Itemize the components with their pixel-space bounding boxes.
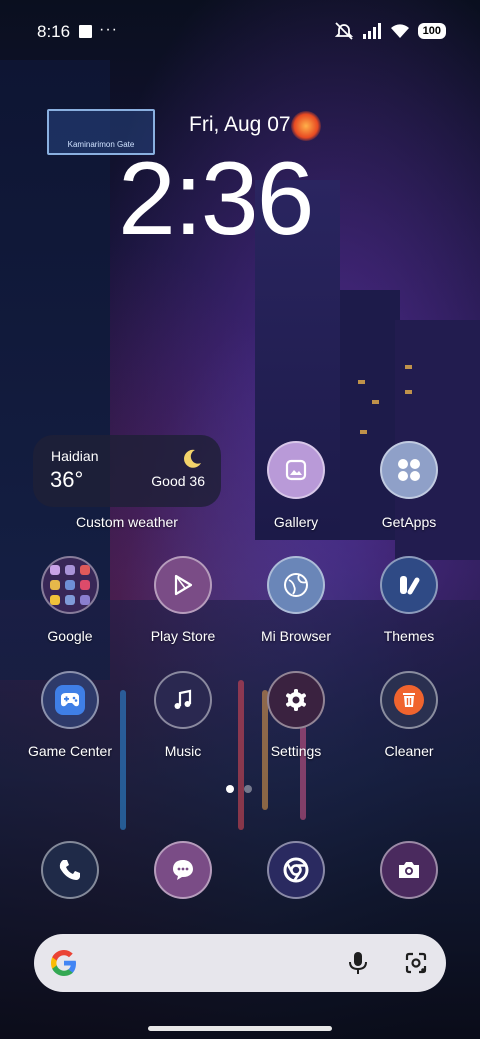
window-light bbox=[405, 365, 412, 369]
folder-app-icon bbox=[50, 565, 60, 575]
music-label: Music bbox=[164, 743, 202, 759]
play-store-app[interactable] bbox=[154, 556, 212, 614]
gallery-icon bbox=[285, 459, 307, 481]
mute-icon bbox=[334, 22, 353, 40]
window-light bbox=[358, 380, 365, 384]
mi-browser-app[interactable] bbox=[267, 556, 325, 614]
building-right-1 bbox=[340, 290, 400, 540]
camera-app[interactable] bbox=[380, 841, 438, 899]
notification-icon bbox=[79, 25, 92, 38]
weather-temperature: 36° bbox=[50, 467, 84, 492]
weather-city: Haidian bbox=[51, 448, 99, 464]
window-light bbox=[360, 430, 367, 434]
lock-clock[interactable]: 2:36 bbox=[118, 147, 314, 251]
camera-icon bbox=[399, 862, 419, 878]
status-time: 8:16 bbox=[37, 22, 71, 41]
folder-app-icon bbox=[65, 595, 75, 605]
page-indicator[interactable] bbox=[226, 785, 252, 793]
themes-app[interactable] bbox=[380, 556, 438, 614]
themes-label: Themes bbox=[383, 628, 435, 644]
gear-icon bbox=[286, 689, 306, 711]
folder-app-icon bbox=[80, 595, 90, 605]
folder-app-icon bbox=[80, 565, 90, 575]
lens-icon[interactable] bbox=[404, 951, 428, 975]
folder-app-icon bbox=[80, 580, 90, 590]
gallery-label: Gallery bbox=[273, 514, 319, 530]
folder-app-icon bbox=[50, 595, 60, 605]
lock-date: Fri, Aug 07 bbox=[189, 113, 291, 136]
settings-app[interactable] bbox=[267, 671, 325, 729]
google-g-icon bbox=[51, 950, 76, 976]
status-icons: 100 bbox=[334, 22, 446, 40]
window-light bbox=[405, 390, 412, 394]
phone-app[interactable] bbox=[41, 841, 99, 899]
chrome-app[interactable] bbox=[267, 841, 325, 899]
window-light bbox=[372, 400, 379, 404]
status-bar: 8:16 ··· 100 bbox=[0, 0, 480, 64]
folder-app-icon bbox=[65, 565, 75, 575]
play-store-icon bbox=[174, 574, 193, 596]
reflection bbox=[120, 690, 126, 830]
cleaner-label: Cleaner bbox=[384, 743, 434, 759]
chrome-icon bbox=[283, 857, 309, 883]
gesture-handle[interactable] bbox=[148, 1026, 332, 1031]
music-note-icon bbox=[174, 689, 192, 709]
gallery-app[interactable] bbox=[267, 441, 325, 499]
more-notifications-indicator: ··· bbox=[99, 21, 118, 38]
globe-icon bbox=[284, 573, 308, 597]
google-folder[interactable] bbox=[41, 556, 99, 614]
game-controller-icon bbox=[55, 685, 85, 715]
page-dot bbox=[244, 785, 252, 793]
getapps-label: GetApps bbox=[381, 514, 437, 530]
trash-icon bbox=[394, 685, 424, 715]
folder-app-icon bbox=[65, 580, 75, 590]
mi-browser-label: Mi Browser bbox=[260, 628, 331, 644]
wifi-icon bbox=[390, 24, 409, 38]
traffic-light bbox=[291, 111, 321, 141]
settings-label: Settings bbox=[270, 743, 322, 759]
messaging-icon bbox=[173, 860, 193, 880]
getapps-app[interactable] bbox=[380, 441, 438, 499]
messaging-app[interactable] bbox=[154, 841, 212, 899]
music-app[interactable] bbox=[154, 671, 212, 729]
folder-app-icon bbox=[50, 580, 60, 590]
signal-icon bbox=[362, 23, 381, 39]
phone-icon bbox=[59, 860, 80, 880]
air-quality: Good 36 bbox=[151, 473, 205, 489]
play-store-label: Play Store bbox=[150, 628, 216, 644]
weather-widget-label: Custom weather bbox=[76, 514, 178, 530]
cleaner-app[interactable] bbox=[380, 671, 438, 729]
microphone-icon[interactable] bbox=[347, 951, 369, 975]
game-center-label: Game Center bbox=[27, 743, 113, 759]
google-folder-grid bbox=[50, 565, 90, 605]
battery-indicator: 100 bbox=[417, 23, 446, 39]
getapps-icon bbox=[398, 459, 420, 481]
game-center-app[interactable] bbox=[41, 671, 99, 729]
themes-icon bbox=[400, 576, 420, 595]
weather-widget[interactable]: Haidian 36° Good 36 bbox=[33, 435, 221, 507]
google-search-bar[interactable] bbox=[34, 934, 446, 992]
moon-icon bbox=[184, 449, 201, 468]
google-folder-label: Google bbox=[47, 628, 93, 644]
page-dot-active bbox=[226, 785, 234, 793]
